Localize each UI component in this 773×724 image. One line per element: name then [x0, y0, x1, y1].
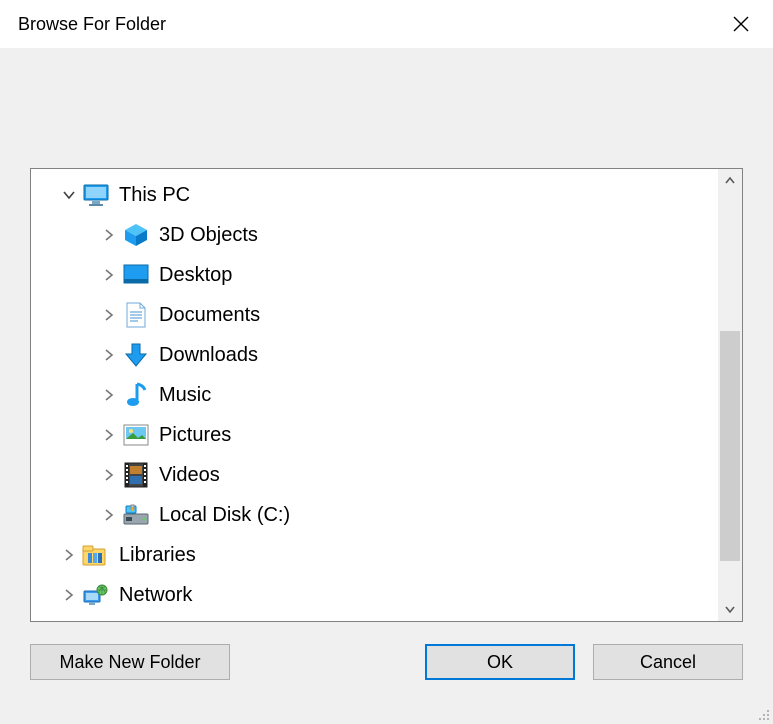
expand-arrow[interactable] [97, 223, 121, 247]
expand-arrow[interactable] [97, 383, 121, 407]
tree-node-libraries[interactable]: Libraries [35, 535, 718, 575]
close-icon [733, 16, 749, 32]
tree-node-label[interactable]: This PC [119, 184, 190, 207]
chevron-right-icon [103, 469, 115, 481]
pictures-icon [121, 420, 151, 450]
network-icon [81, 580, 111, 610]
libraries-icon [81, 540, 111, 570]
folder-tree-container: This PC 3D Objects Desktop [30, 168, 743, 622]
expand-arrow[interactable] [97, 463, 121, 487]
window-title: Browse For Folder [18, 14, 713, 35]
expand-arrow[interactable] [57, 183, 81, 207]
dialog-button-row: Make New Folder OK Cancel [30, 622, 743, 680]
cube-icon [121, 220, 151, 250]
tree-scrollbar[interactable] [718, 169, 742, 621]
scroll-track[interactable] [718, 193, 742, 597]
tree-node-label[interactable]: Desktop [159, 264, 232, 287]
chevron-right-icon [103, 389, 115, 401]
cancel-button[interactable]: Cancel [593, 644, 743, 680]
tree-node-label[interactable]: Videos [159, 464, 220, 487]
tree-node[interactable]: 3D Objects [35, 215, 718, 255]
tree-node[interactable]: Videos [35, 455, 718, 495]
expand-arrow[interactable] [57, 583, 81, 607]
expand-arrow[interactable] [57, 543, 81, 567]
tree-node[interactable]: Documents [35, 295, 718, 335]
tree-node-label[interactable]: Network [119, 584, 192, 607]
tree-node[interactable]: Music [35, 375, 718, 415]
chevron-right-icon [63, 589, 75, 601]
tree-node-network[interactable]: Network [35, 575, 718, 615]
scroll-down-button[interactable] [718, 597, 742, 621]
chevron-right-icon [103, 349, 115, 361]
tree-node-label[interactable]: Pictures [159, 424, 231, 447]
tree-node-label[interactable]: 3D Objects [159, 224, 258, 247]
folder-tree[interactable]: This PC 3D Objects Desktop [31, 169, 718, 621]
monitor-icon [81, 180, 111, 210]
download-icon [121, 340, 151, 370]
videos-icon [121, 460, 151, 490]
tree-node[interactable]: Desktop [35, 255, 718, 295]
tree-node[interactable]: Local Disk (C:) [35, 495, 718, 535]
chevron-right-icon [103, 509, 115, 521]
expand-arrow[interactable] [97, 263, 121, 287]
expand-arrow[interactable] [97, 303, 121, 327]
expand-arrow[interactable] [97, 503, 121, 527]
desktop-icon [121, 260, 151, 290]
tree-node-label[interactable]: Downloads [159, 344, 258, 367]
tree-node-label[interactable]: Local Disk (C:) [159, 504, 290, 527]
disk-icon [121, 500, 151, 530]
scroll-thumb[interactable] [720, 331, 740, 561]
resize-grip[interactable] [755, 706, 771, 722]
tree-node-this-pc[interactable]: This PC [35, 175, 718, 215]
document-icon [121, 300, 151, 330]
ok-button[interactable]: OK [425, 644, 575, 680]
tree-node[interactable]: Downloads [35, 335, 718, 375]
tree-node-label[interactable]: Documents [159, 304, 260, 327]
chevron-right-icon [103, 269, 115, 281]
chevron-right-icon [103, 229, 115, 241]
tree-node[interactable]: Pictures [35, 415, 718, 455]
dialog-spacer [30, 48, 743, 168]
make-new-folder-button[interactable]: Make New Folder [30, 644, 230, 680]
chevron-down-icon [63, 189, 75, 201]
tree-node-label[interactable]: Libraries [119, 544, 196, 567]
titlebar: Browse For Folder [0, 0, 773, 48]
chevron-right-icon [103, 429, 115, 441]
expand-arrow[interactable] [97, 423, 121, 447]
close-button[interactable] [713, 4, 769, 44]
chevron-down-icon [724, 603, 736, 615]
scroll-up-button[interactable] [718, 169, 742, 193]
chevron-right-icon [63, 549, 75, 561]
dialog-body: This PC 3D Objects Desktop [0, 48, 773, 724]
chevron-right-icon [103, 309, 115, 321]
expand-arrow[interactable] [97, 343, 121, 367]
chevron-up-icon [724, 175, 736, 187]
tree-node-label[interactable]: Music [159, 384, 211, 407]
music-icon [121, 380, 151, 410]
